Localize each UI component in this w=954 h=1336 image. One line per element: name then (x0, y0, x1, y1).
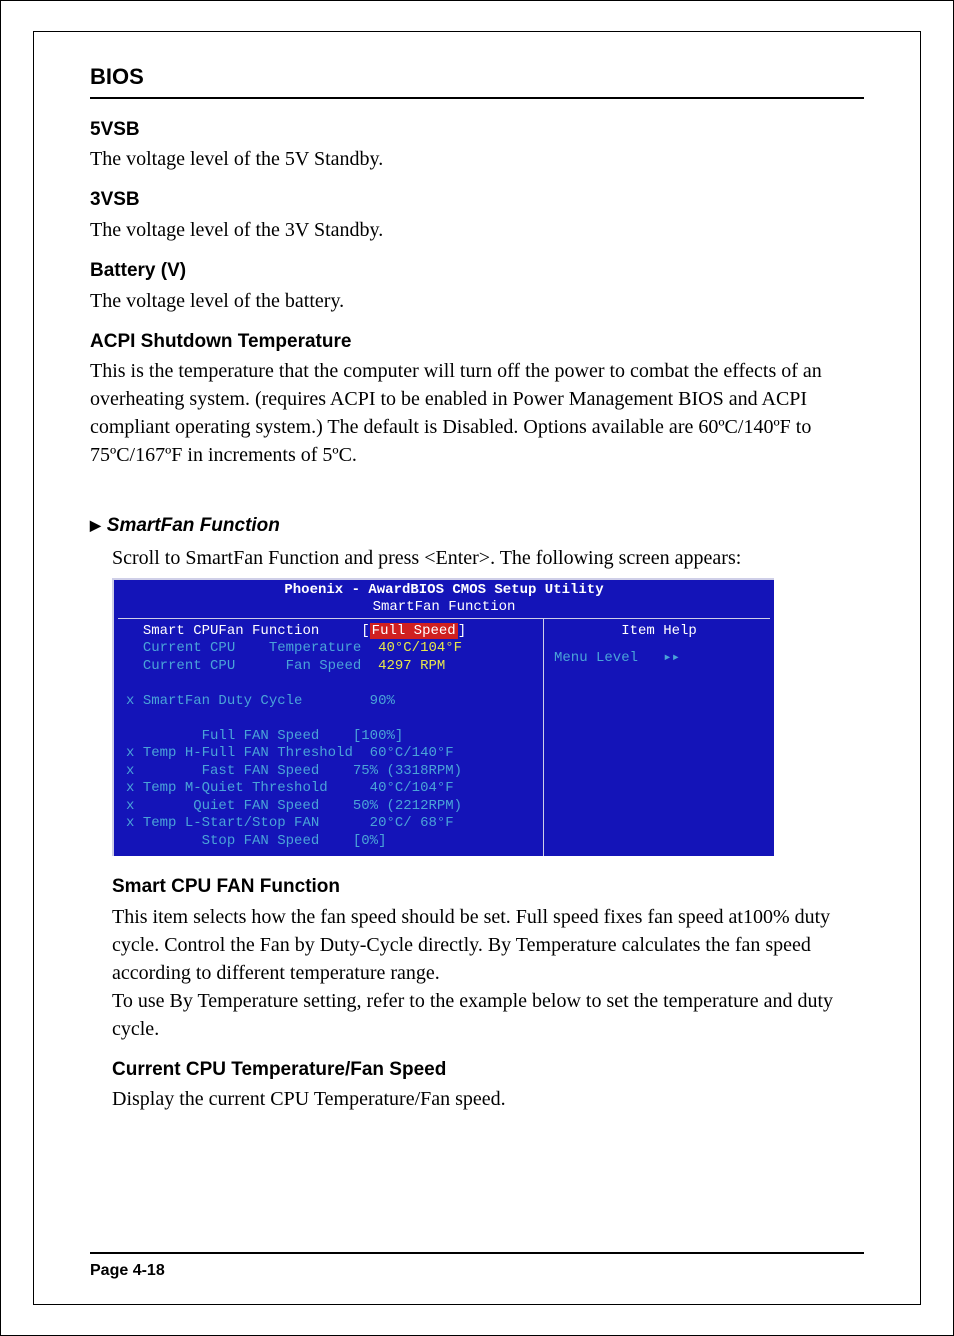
item-head-5vsb: 5VSB (90, 117, 864, 144)
bios-row-quiet-value: 50% (2212RPM) (353, 798, 462, 814)
item-body-current-cpu: Display the current CPU Temperature/Fan … (112, 1085, 864, 1113)
bios-row-cur-fan-value: 4297 RPM (378, 658, 445, 674)
bios-row-th-value: 60°C/140°F (370, 745, 454, 761)
item-body-3vsb: The voltage level of the 3V Standby. (90, 216, 864, 244)
bios-row-duty-value: 90% (370, 693, 395, 709)
bios-row-stop-value: [0%] (353, 833, 387, 849)
item-body-acpi: This is the temperature that the compute… (90, 357, 864, 469)
bios-row-th-label: Temp H-Full FAN Threshold (143, 745, 353, 761)
item-body-5vsb: The voltage level of the 5V Standby. (90, 145, 864, 173)
page-footer: Page 4-18 (90, 1252, 864, 1282)
smartfan-section: ▶ SmartFan Function Scroll to SmartFan Fu… (90, 513, 864, 1113)
smartfan-intro: Scroll to SmartFan Function and press <E… (112, 544, 864, 572)
bios-row-mquiet-value: 40°C/104°F (370, 780, 454, 796)
item-body-smart-cpu-fan: This item selects how the fan speed shou… (112, 903, 864, 1043)
chapter-rule (90, 97, 864, 99)
chapter-title: BIOS (90, 62, 864, 93)
bios-right-panel: Item Help Menu Level ▸▸ (543, 619, 770, 857)
bios-row-fast-value: 75% (3318RPM) (353, 763, 462, 779)
bios-row-cur-temp-value: 40°C/104°F (378, 640, 462, 656)
bios-title-line2: SmartFan Function (114, 599, 774, 617)
item-body-battery: The voltage level of the battery. (90, 287, 864, 315)
item-head-battery: Battery (V) (90, 258, 864, 285)
bios-row-duty-label: SmartFan Duty Cycle (143, 693, 303, 709)
bios-row-lstart-label: Temp L-Start/Stop FAN (143, 815, 319, 831)
bios-item-help: Item Help (554, 623, 764, 641)
smartfan-heading: ▶ SmartFan Function (90, 513, 864, 540)
bios-title: Phoenix - AwardBIOS CMOS Setup Utility S… (114, 580, 774, 618)
triangle-icon: ▶ (90, 516, 101, 536)
page-number: Page 4-18 (90, 1260, 864, 1282)
bios-menu-level: Menu Level ▸▸ (554, 650, 764, 668)
bios-row-fullfan-label: Full FAN Speed (202, 728, 320, 744)
item-head-current-cpu: Current CPU Temperature/Fan Speed (112, 1057, 864, 1084)
bios-left-panel: Smart CPUFan Function [Full Speed] Curre… (118, 619, 543, 857)
bios-screenshot: Phoenix - AwardBIOS CMOS Setup Utility S… (112, 578, 774, 857)
bios-row-stop-label: Stop FAN Speed (202, 833, 320, 849)
item-head-acpi: ACPI Shutdown Temperature (90, 329, 864, 356)
bios-menu-level-marker: ▸▸ (663, 650, 680, 666)
bios-value-full-speed: Full Speed (370, 623, 458, 639)
item-head-3vsb: 3VSB (90, 187, 864, 214)
bios-row-lstart-value: 20°C/ 68°F (370, 815, 454, 831)
footer-rule (90, 1252, 864, 1254)
page-outer-frame: BIOS 5VSB The voltage level of the 5V St… (0, 0, 954, 1336)
bios-menu-level-label: Menu Level (554, 650, 638, 666)
bios-title-line1: Phoenix - AwardBIOS CMOS Setup Utility (284, 582, 603, 598)
smartfan-heading-text: SmartFan Function (107, 515, 280, 536)
bios-row-mquiet-label: Temp M-Quiet Threshold (143, 780, 328, 796)
bios-row-fast-label: Fast FAN Speed (202, 763, 320, 779)
bios-row-smart-cpufan: Smart CPUFan Function (143, 623, 319, 639)
item-head-smart-cpu-fan: Smart CPU FAN Function (112, 874, 864, 901)
bios-row-cur-temp-label: Current CPU Temperature (143, 640, 361, 656)
bios-row-fullfan-value: [100%] (353, 728, 403, 744)
bios-row-cur-fan-label: Current CPU Fan Speed (143, 658, 361, 674)
bios-row-quiet-label: Quiet FAN Speed (193, 798, 319, 814)
page-content: BIOS 5VSB The voltage level of the 5V St… (33, 31, 921, 1305)
